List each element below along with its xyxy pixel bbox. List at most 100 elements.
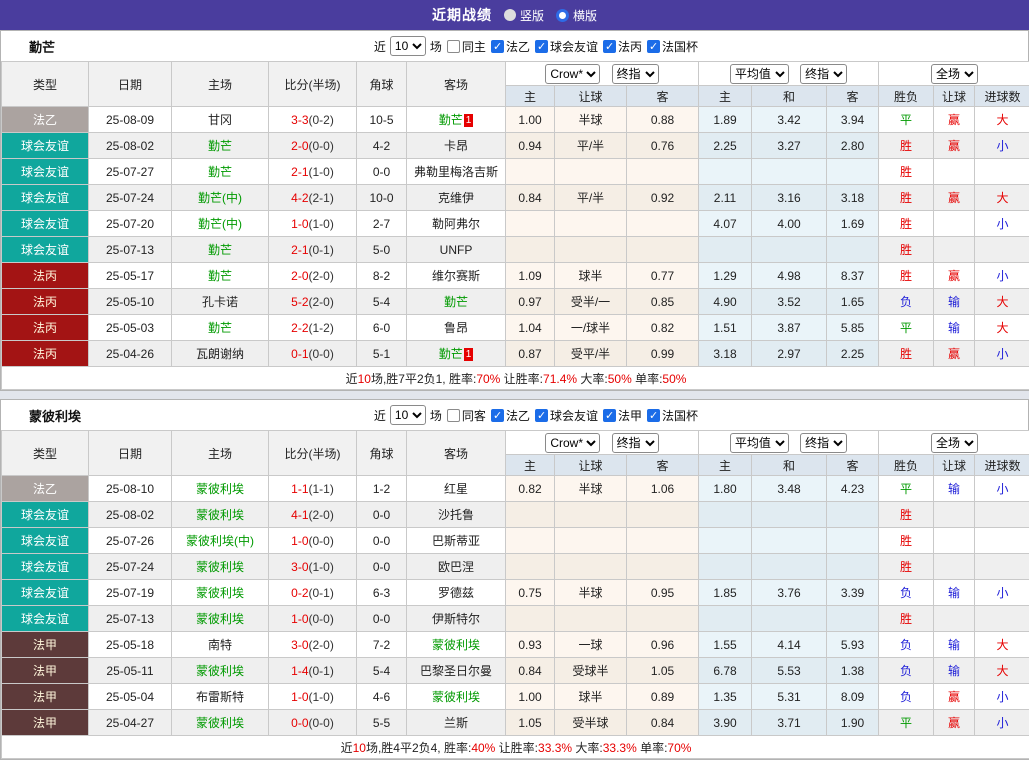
full-time-score: 0-0 (291, 716, 308, 730)
checkbox-checked-icon[interactable] (535, 40, 548, 53)
summary-part: 场,胜7平2负1, 胜率: (371, 372, 476, 386)
checkbox-checked-icon[interactable] (491, 40, 504, 53)
layout-option-vertical[interactable]: 竖版 (504, 7, 544, 24)
handicap-result-cell: 输 (934, 580, 975, 606)
handicap-result-cell (934, 211, 975, 237)
match-date-cell: 25-04-26 (89, 341, 172, 367)
result-cell: 胜 (879, 133, 934, 159)
same-venue-filter[interactable]: 同主 (447, 38, 486, 55)
checkbox-checked-icon[interactable] (603, 40, 616, 53)
summary-part: 大率: (572, 741, 603, 755)
handicap-away-odds-cell (627, 528, 699, 554)
full-time-score: 4-2 (291, 191, 308, 205)
handicap-away-odds-cell: 0.85 (627, 289, 699, 315)
match-date-cell: 25-07-24 (89, 185, 172, 211)
league-filter-3[interactable]: 法丙 (603, 38, 642, 55)
layout-option-horizontal[interactable]: 横版 (556, 7, 597, 24)
checkbox-unchecked-icon[interactable] (447, 409, 460, 422)
summary-part: 大率: (577, 372, 608, 386)
home-team-cell: 勤芒(中) (172, 211, 269, 237)
col-corner: 角球 (357, 431, 407, 476)
checkbox-checked-icon[interactable] (491, 409, 504, 422)
league-label: 法乙 (506, 38, 530, 55)
handicap-result-cell: 赢 (934, 263, 975, 289)
league-label: 球会友谊 (550, 407, 598, 424)
goals-result-cell (975, 237, 1029, 263)
handicap-line-cell (555, 502, 627, 528)
corner-cell: 6-0 (357, 315, 407, 341)
checkbox-checked-icon[interactable] (647, 40, 660, 53)
checkbox-checked-icon[interactable] (535, 409, 548, 422)
away-team-cell: 巴斯蒂亚 (407, 528, 506, 554)
full-time-score: 1-0 (291, 612, 308, 626)
avg-draw-odds-cell: 3.52 (752, 289, 827, 315)
final-odds-select-2[interactable]: 终指 (800, 433, 847, 453)
home-team-cell: 蒙彼利埃 (172, 476, 269, 502)
home-team-cell: 勤芒(中) (172, 185, 269, 211)
avg-home-odds-cell: 2.25 (699, 133, 752, 159)
corner-cell: 1-2 (357, 476, 407, 502)
score-cell: 4-2(2-1) (269, 185, 357, 211)
league-filter-2[interactable]: 球会友谊 (535, 38, 598, 55)
avg-away-odds-cell: 3.39 (827, 580, 879, 606)
handicap-home-odds-cell (506, 237, 555, 263)
avg-home-odds-cell: 1.85 (699, 580, 752, 606)
half-time-score: (2-0) (309, 269, 334, 283)
final-odds-select-2[interactable]: 终指 (800, 64, 847, 84)
summary-row: 近10场,胜4平2负4, 胜率:40% 让胜率:33.3% 大率:33.3% 单… (2, 736, 1029, 759)
avg-home-odds-cell (699, 606, 752, 632)
league-label: 球会友谊 (550, 38, 598, 55)
league-filter-4[interactable]: 法国杯 (647, 407, 698, 424)
match-row: 球会友谊25-08-02蒙彼利埃4-1(2-0)0-0沙托鲁胜 (2, 502, 1029, 528)
team-name-text: 勤芒 (439, 347, 463, 361)
handicap-away-odds-cell: 0.76 (627, 133, 699, 159)
match-row: 球会友谊25-07-24勤芒(中)4-2(2-1)10-0克维伊0.84平/半0… (2, 185, 1029, 211)
same-venue-filter[interactable]: 同客 (447, 407, 486, 424)
checkbox-unchecked-icon[interactable] (447, 40, 460, 53)
away-team-cell: 克维伊 (407, 185, 506, 211)
home-team-cell: 瓦朗谢纳 (172, 341, 269, 367)
league-filter-2[interactable]: 球会友谊 (535, 407, 598, 424)
league-filter-1[interactable]: 法乙 (491, 38, 530, 55)
match-date-cell: 25-05-18 (89, 632, 172, 658)
home-team-cell: 勤芒 (172, 263, 269, 289)
handicap-away-odds-cell: 0.95 (627, 580, 699, 606)
checkbox-checked-icon[interactable] (603, 409, 616, 422)
scope-select[interactable]: 全场 (931, 433, 978, 453)
away-team-cell: UNFP (407, 237, 506, 263)
summary-part: 场,胜4平2负4, 胜率: (366, 741, 471, 755)
final-odds-select-1[interactable]: 终指 (612, 433, 659, 453)
home-team-cell: 蒙彼利埃 (172, 658, 269, 684)
col-score: 比分(半场) (269, 431, 357, 476)
average-select[interactable]: 平均值 (730, 64, 789, 84)
bookmaker-select[interactable]: Crow* (545, 64, 600, 84)
league-filter-4[interactable]: 法国杯 (647, 38, 698, 55)
radio-unselected-icon[interactable] (504, 9, 516, 21)
radio-selected-icon[interactable] (556, 9, 569, 22)
avg-draw-odds-cell: 3.48 (752, 476, 827, 502)
team-name-text: 蒙彼利埃 (196, 716, 244, 730)
league-filter-3[interactable]: 法甲 (603, 407, 642, 424)
handicap-home-odds-cell: 0.97 (506, 289, 555, 315)
bookmaker-select[interactable]: Crow* (545, 433, 600, 453)
team-name-text: 勤芒 (444, 295, 468, 309)
team-name-text: 蒙彼利埃(中) (186, 534, 254, 548)
handicap-away-odds-cell: 0.99 (627, 341, 699, 367)
handicap-line-cell (555, 211, 627, 237)
league-filter-1[interactable]: 法乙 (491, 407, 530, 424)
avg-home-odds-cell: 1.29 (699, 263, 752, 289)
match-row: 球会友谊25-07-26蒙彼利埃(中)1-0(0-0)0-0巴斯蒂亚胜 (2, 528, 1029, 554)
scope-select[interactable]: 全场 (931, 64, 978, 84)
half-time-score: (0-0) (309, 534, 334, 548)
score-cell: 2-1(1-0) (269, 159, 357, 185)
home-team-cell: 蒙彼利埃 (172, 606, 269, 632)
final-odds-select-1[interactable]: 终指 (612, 64, 659, 84)
match-date-cell: 25-08-02 (89, 502, 172, 528)
handicap-result-cell (934, 606, 975, 632)
corner-cell: 0-0 (357, 606, 407, 632)
average-select[interactable]: 平均值 (730, 433, 789, 453)
recent-count-select[interactable]: 10 (390, 36, 426, 56)
checkbox-checked-icon[interactable] (647, 409, 660, 422)
summary-part: 单率: (632, 372, 663, 386)
recent-count-select[interactable]: 10 (390, 405, 426, 425)
